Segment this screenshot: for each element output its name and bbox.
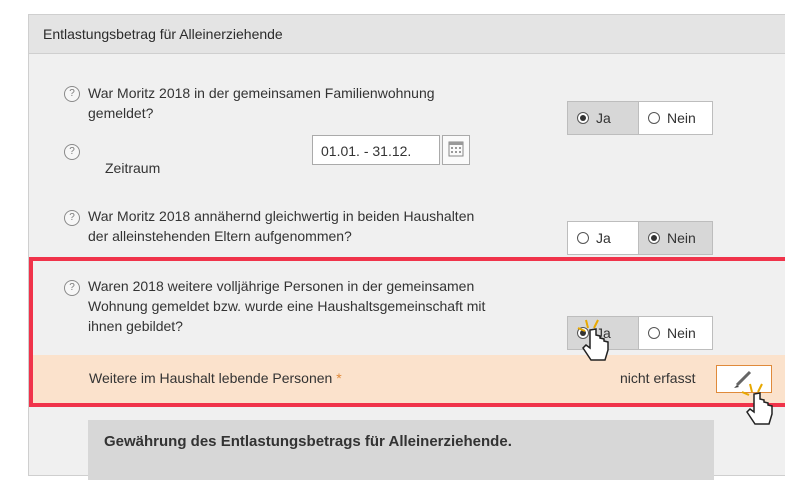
- help-icon[interactable]: ?: [64, 86, 80, 102]
- radio-unchecked-icon: [577, 232, 589, 244]
- radio-checked-icon: [648, 232, 660, 244]
- q1-line1: War Moritz 2018 in der gemeinsamen Famil…: [88, 85, 435, 101]
- q2-yes-option[interactable]: Ja: [568, 222, 638, 254]
- q2-text: War Moritz 2018 annähernd gleichwertig i…: [88, 206, 474, 246]
- q1-text: War Moritz 2018 in der gemeinsamen Famil…: [88, 83, 435, 123]
- zeitraum-label: Zeitraum: [105, 160, 161, 176]
- q1-yes-label: Ja: [596, 110, 611, 126]
- q2-no-option[interactable]: Nein: [638, 222, 712, 254]
- info-title: Gewährung des Entlastungsbetrags für All…: [104, 433, 512, 450]
- q1-yes-option[interactable]: Ja: [568, 102, 638, 134]
- q1-line2: gemeldet?: [88, 105, 154, 121]
- highlight-frame: [29, 257, 785, 407]
- q2-line2: der alleinstehenden Eltern aufgenommen?: [88, 228, 352, 244]
- q1-radio-group: Ja Nein: [567, 101, 713, 135]
- q1-no-label: Nein: [667, 110, 696, 126]
- help-icon[interactable]: ?: [64, 144, 80, 160]
- q2-line1: War Moritz 2018 annähernd gleichwertig i…: [88, 208, 475, 224]
- info-box: Gewährung des Entlastungsbetrags für All…: [88, 420, 714, 480]
- panel-title: Entlastungsbetrag für Alleinerziehende: [29, 15, 785, 54]
- q1-no-option[interactable]: Nein: [638, 102, 712, 134]
- radio-checked-icon: [577, 112, 589, 124]
- radio-unchecked-icon: [648, 112, 660, 124]
- click-cursor-icon: [577, 319, 609, 361]
- click-cursor-icon: [741, 383, 773, 425]
- help-icon[interactable]: ?: [64, 210, 80, 226]
- q2-radio-group: Ja Nein: [567, 221, 713, 255]
- zeitraum-date-field[interactable]: 01.01. - 31.12.: [312, 135, 440, 165]
- q2-no-label: Nein: [667, 230, 696, 246]
- q2-yes-label: Ja: [596, 230, 611, 246]
- calendar-icon: [448, 141, 464, 157]
- calendar-button[interactable]: [442, 135, 470, 165]
